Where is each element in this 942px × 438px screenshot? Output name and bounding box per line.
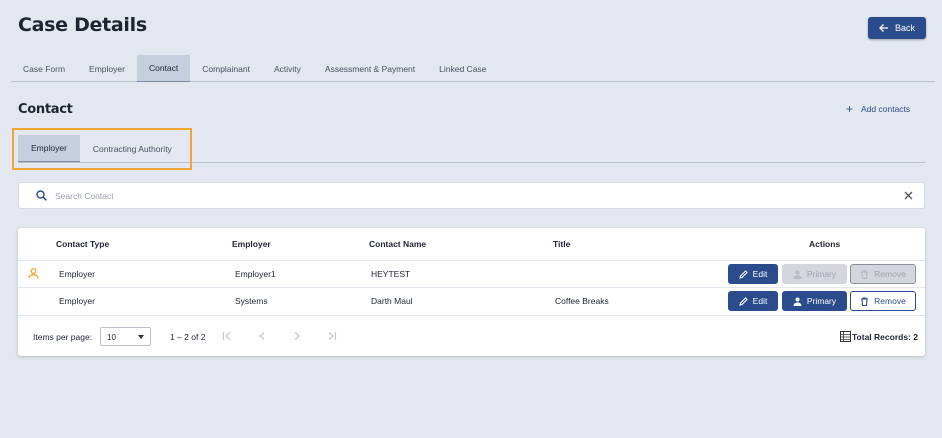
add-contacts-button[interactable]: + Add contacts	[846, 102, 911, 116]
tab-activity[interactable]: Activity	[262, 55, 313, 82]
search-icon	[36, 190, 47, 201]
primary-button[interactable]: Primary	[782, 264, 847, 284]
table-row: Employer Employer1 HEYTEST Edit Primary …	[18, 260, 925, 287]
chevron-down-icon	[138, 335, 144, 339]
pencil-icon	[738, 269, 748, 279]
tab-contact[interactable]: Contact	[136, 55, 191, 82]
col-actions: Actions	[809, 239, 841, 249]
items-per-page-label: Items per page:	[33, 332, 93, 342]
primary-label: Primary	[806, 296, 837, 306]
contacts-table: Contact Type Employer Contact Name Title…	[18, 228, 925, 356]
tab-assessment-payment[interactable]: Assessment & Payment	[313, 55, 427, 82]
pencil-icon	[738, 296, 748, 306]
prev-page-icon[interactable]	[257, 330, 267, 342]
cell-employer: Systems	[235, 296, 268, 306]
col-contact-name: Contact Name	[369, 239, 427, 249]
remove-button[interactable]: Remove	[850, 264, 916, 284]
table-row: Employer Systems Darth Maul Coffee Break…	[18, 287, 925, 314]
items-per-page-select[interactable]: 10	[100, 327, 151, 346]
section-title: Contact	[18, 102, 73, 117]
first-page-icon[interactable]	[222, 330, 232, 342]
page-range: 1 – 2 of 2	[170, 332, 206, 342]
col-employer: Employer	[232, 239, 271, 249]
tab-linked-case[interactable]: Linked Case	[427, 55, 498, 82]
next-page-icon[interactable]	[292, 330, 302, 342]
tab-complainant[interactable]: Complainant	[190, 55, 262, 82]
cell-employer: Employer1	[235, 269, 276, 279]
total-records-label: Total Records: 2	[852, 331, 918, 342]
edit-label: Edit	[752, 269, 768, 279]
highlight-annotation	[12, 128, 192, 170]
page-title: Case Details	[18, 14, 147, 36]
col-contact-type: Contact Type	[56, 239, 110, 249]
person-icon	[793, 297, 802, 306]
back-label: Back	[894, 23, 915, 33]
search-box	[18, 182, 925, 209]
add-contacts-label: Add contacts	[861, 104, 911, 114]
edit-label: Edit	[752, 296, 768, 306]
total-records: Total Records: 2	[840, 331, 918, 342]
last-page-icon[interactable]	[327, 330, 337, 342]
primary-label: Primary	[806, 269, 837, 279]
trash-icon	[861, 269, 869, 279]
table-icon	[840, 331, 851, 342]
remove-button[interactable]: Remove	[850, 291, 916, 311]
cell-contact-type: Employer	[59, 269, 95, 279]
col-title: Title	[553, 239, 571, 249]
arrow-left-icon	[879, 24, 888, 32]
primary-button[interactable]: Primary	[782, 291, 847, 311]
tab-employer[interactable]: Employer	[77, 55, 137, 82]
primary-contact-icon	[28, 268, 39, 279]
items-per-page-value: 10	[107, 333, 116, 342]
cell-contact-name: HEYTEST	[371, 269, 411, 279]
back-button[interactable]: Back	[868, 17, 926, 39]
paginator: Items per page: 10 1 – 2 of 2 Total Reco…	[18, 315, 925, 356]
close-icon[interactable]	[904, 191, 913, 200]
edit-button[interactable]: Edit	[728, 291, 778, 311]
remove-label: Remove	[874, 296, 906, 306]
cell-title: Coffee Breaks	[555, 296, 609, 306]
remove-label: Remove	[874, 269, 906, 279]
cell-contact-type: Employer	[59, 296, 95, 306]
tab-case-form[interactable]: Case Form	[11, 55, 77, 82]
main-tabs: Case Form Employer Contact Complainant A…	[11, 55, 935, 82]
person-icon	[793, 270, 802, 279]
plus-icon: +	[846, 102, 854, 116]
trash-icon	[861, 296, 869, 306]
cell-contact-name: Darth Maul	[371, 296, 413, 306]
edit-button[interactable]: Edit	[728, 264, 778, 284]
search-input[interactable]	[55, 187, 875, 204]
